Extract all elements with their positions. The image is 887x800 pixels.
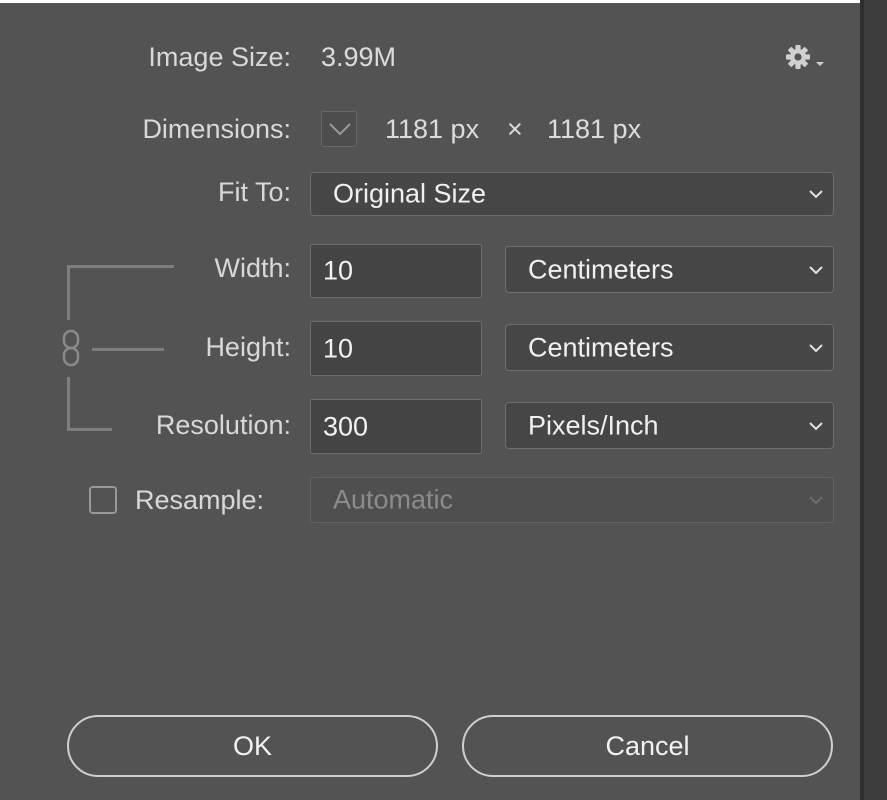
gear-icon (786, 45, 824, 69)
resolution-unit-select[interactable]: Pixels/Inch (505, 402, 834, 449)
height-label: Height: (205, 332, 291, 362)
resolution-unit-selected: Pixels/Inch (528, 410, 659, 440)
constrain-bracket-top (67, 265, 174, 268)
height-unit-select[interactable]: Centimeters (505, 324, 834, 371)
resolution-input[interactable]: 300 (310, 399, 482, 454)
dimensions-height-value: 1181 px (547, 114, 642, 144)
dimensions-unit-toggle[interactable] (321, 111, 357, 147)
window-right-edge (860, 0, 887, 800)
width-unit-select[interactable]: Centimeters (505, 246, 834, 293)
resolution-label: Resolution: (155, 410, 291, 440)
chevron-down-icon (809, 190, 823, 199)
width-label: Width: (214, 253, 291, 283)
dimensions-width-value: 1181 px (385, 114, 480, 144)
ok-button[interactable]: OK (67, 715, 438, 777)
image-size-label: Image Size: (148, 42, 291, 72)
height-input[interactable]: 10 (310, 321, 482, 376)
resample-label: Resample: (135, 485, 265, 515)
dimensions-times: × (507, 114, 523, 144)
settings-menu-button[interactable] (784, 42, 826, 72)
width-value: 10 (323, 255, 354, 286)
constrain-bracket-lower (67, 377, 70, 431)
fit-to-label: Fit To: (217, 177, 291, 207)
width-input[interactable]: 10 (310, 244, 482, 298)
dimensions-label: Dimensions: (142, 114, 291, 144)
chevron-down-icon (809, 265, 823, 274)
constrain-bracket-middle (92, 348, 164, 351)
constrain-bracket-bottom (67, 428, 112, 431)
constrain-proportions-button[interactable] (58, 326, 84, 370)
height-value: 10 (323, 333, 354, 363)
window-right-edge-shadow (860, 0, 864, 800)
resolution-value: 300 (323, 411, 369, 441)
constrain-bracket-upper (67, 265, 70, 320)
resample-method-selected: Automatic (333, 484, 454, 515)
resample-method-select: Automatic (310, 477, 834, 523)
image-size-value: 3.99M (321, 42, 397, 72)
chevron-down-icon (809, 496, 823, 505)
cancel-button[interactable]: Cancel (462, 715, 833, 777)
chevron-down-icon (329, 123, 351, 136)
height-unit-selected: Centimeters (528, 332, 674, 362)
resample-checkbox[interactable] (89, 486, 117, 514)
fit-to-select[interactable]: Original Size (310, 172, 834, 216)
chevron-down-icon (809, 343, 823, 352)
fit-to-selected: Original Size (333, 178, 487, 209)
width-unit-selected: Centimeters (528, 254, 674, 284)
window-top-edge (0, 0, 860, 3)
chain-link-icon (62, 329, 80, 367)
chevron-down-icon (809, 421, 823, 430)
